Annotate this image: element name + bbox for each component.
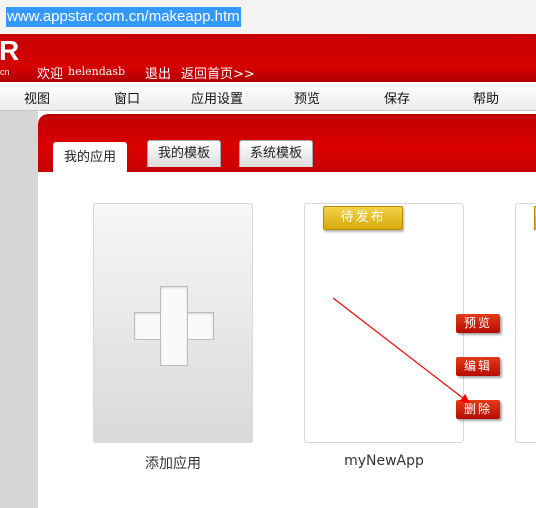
add-app-card[interactable] [93, 203, 253, 443]
menu-window[interactable]: 窗口 [114, 88, 140, 107]
add-app-caption[interactable]: 添加应用 [93, 453, 253, 473]
tab-system-templates[interactable]: 系统模板 [239, 140, 314, 167]
site-header: R cn 欢迎 helendasb 退出 返回首页>> [0, 34, 536, 82]
tab-my-templates[interactable]: 我的模板 [147, 140, 222, 167]
status-badge: 待发布 [323, 206, 403, 230]
left-sidebar [0, 111, 38, 508]
logout-link[interactable]: 退出 [145, 63, 171, 82]
tab-my-apps[interactable]: 我的应用 [53, 142, 128, 173]
menu-save[interactable]: 保存 [384, 88, 410, 107]
home-link[interactable]: 返回首页>> [181, 63, 255, 82]
app-card[interactable] [304, 203, 464, 443]
logo-suffix: cn [0, 67, 10, 77]
edit-button[interactable]: 编辑 [456, 357, 500, 376]
menu-help[interactable]: 帮助 [473, 88, 499, 107]
delete-button[interactable]: 删除 [456, 400, 500, 419]
main-panel: 我的应用 我的模板 系统模板 添加应用 待发布 myNewApp 预览 编辑 删… [38, 114, 536, 508]
app-name[interactable]: myNewApp [304, 453, 464, 469]
url-text[interactable]: www.appstar.com.cn/makeapp.htm [6, 7, 241, 27]
menu-app-settings[interactable]: 应用设置 [191, 88, 243, 107]
menu-view[interactable]: 视图 [24, 88, 50, 107]
app-card-partial[interactable] [515, 203, 536, 443]
welcome-text: 欢迎 [37, 67, 64, 82]
menu-bar: 视图 窗口 应用设置 预览 保存 帮助 [0, 82, 536, 111]
logo[interactable]: R [0, 35, 19, 67]
preview-button[interactable]: 预览 [456, 314, 500, 333]
username: helendasb [68, 65, 125, 78]
address-bar[interactable]: www.appstar.com.cn/makeapp.htm [0, 0, 536, 34]
menu-preview[interactable]: 预览 [294, 88, 320, 107]
